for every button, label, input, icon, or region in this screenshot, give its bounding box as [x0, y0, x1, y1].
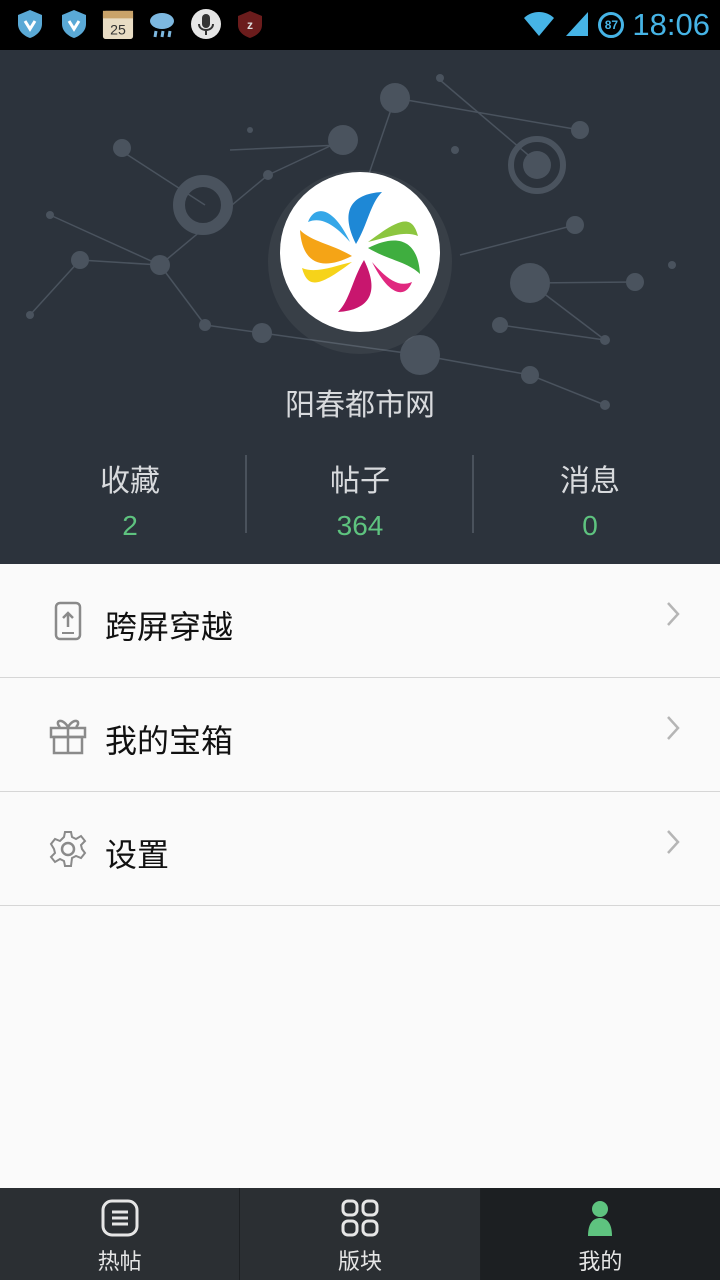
microphone-icon	[190, 6, 222, 42]
chevron-right-icon	[664, 827, 682, 857]
calendar-day: 25	[110, 21, 126, 37]
stat-label: 消息	[560, 464, 620, 499]
status-bar: 25 z 87 18:06	[0, 0, 720, 50]
site-name: 阳春都市网	[285, 388, 435, 423]
stat-label: 收藏	[100, 464, 160, 499]
profile-header: 阳春都市网 收藏 2 帖子 364 消息 0	[0, 50, 720, 564]
stat-posts[interactable]: 帖子 364	[240, 450, 480, 542]
stat-favorites[interactable]: 收藏 2	[10, 450, 250, 542]
signal-icon	[564, 8, 590, 42]
sleep-icon: z	[234, 6, 266, 42]
chevron-right-icon	[664, 599, 682, 629]
nav-mine[interactable]: 我的	[479, 1188, 720, 1280]
stat-value: 2	[122, 510, 138, 541]
stat-label: 帖子	[330, 464, 390, 499]
menu-label: 我的宝箱	[105, 722, 234, 760]
shield-icon	[14, 6, 46, 42]
person-icon	[580, 1198, 620, 1238]
nav-sections[interactable]: 版块	[239, 1188, 479, 1280]
phone-upload-icon	[48, 601, 88, 641]
menu-item-settings[interactable]: 设置	[0, 792, 720, 906]
menu-list: 跨屏穿越 我的宝箱 设置	[0, 564, 720, 906]
stat-value: 0	[582, 510, 598, 541]
gear-icon	[48, 829, 88, 869]
menu-item-treasure-box[interactable]: 我的宝箱	[0, 678, 720, 792]
nav-label: 我的	[578, 1250, 623, 1275]
profile-stats: 收藏 2 帖子 364 消息 0	[0, 450, 720, 542]
chevron-right-icon	[664, 713, 682, 743]
nav-label: 热帖	[97, 1250, 142, 1275]
stat-value: 364	[336, 510, 384, 541]
shield-icon	[58, 6, 90, 42]
stat-messages[interactable]: 消息 0	[470, 450, 710, 542]
menu-item-cross-screen[interactable]: 跨屏穿越	[0, 564, 720, 678]
cloud-rain-icon	[146, 6, 178, 42]
menu-label: 跨屏穿越	[105, 608, 234, 646]
nav-hot-posts[interactable]: 热帖	[0, 1188, 239, 1280]
svg-text:z: z	[247, 18, 253, 32]
battery-icon: 87	[598, 12, 625, 38]
wifi-icon	[522, 8, 556, 42]
list-icon	[100, 1198, 140, 1238]
clock: 18:06	[632, 7, 710, 42]
nav-label: 版块	[337, 1250, 382, 1275]
calendar-icon: 25	[102, 6, 134, 42]
site-logo	[280, 172, 440, 332]
menu-label: 设置	[105, 836, 170, 874]
bottom-nav: 热帖 版块 我的	[0, 1188, 720, 1280]
grid-icon	[340, 1198, 380, 1238]
gift-icon	[48, 715, 88, 755]
